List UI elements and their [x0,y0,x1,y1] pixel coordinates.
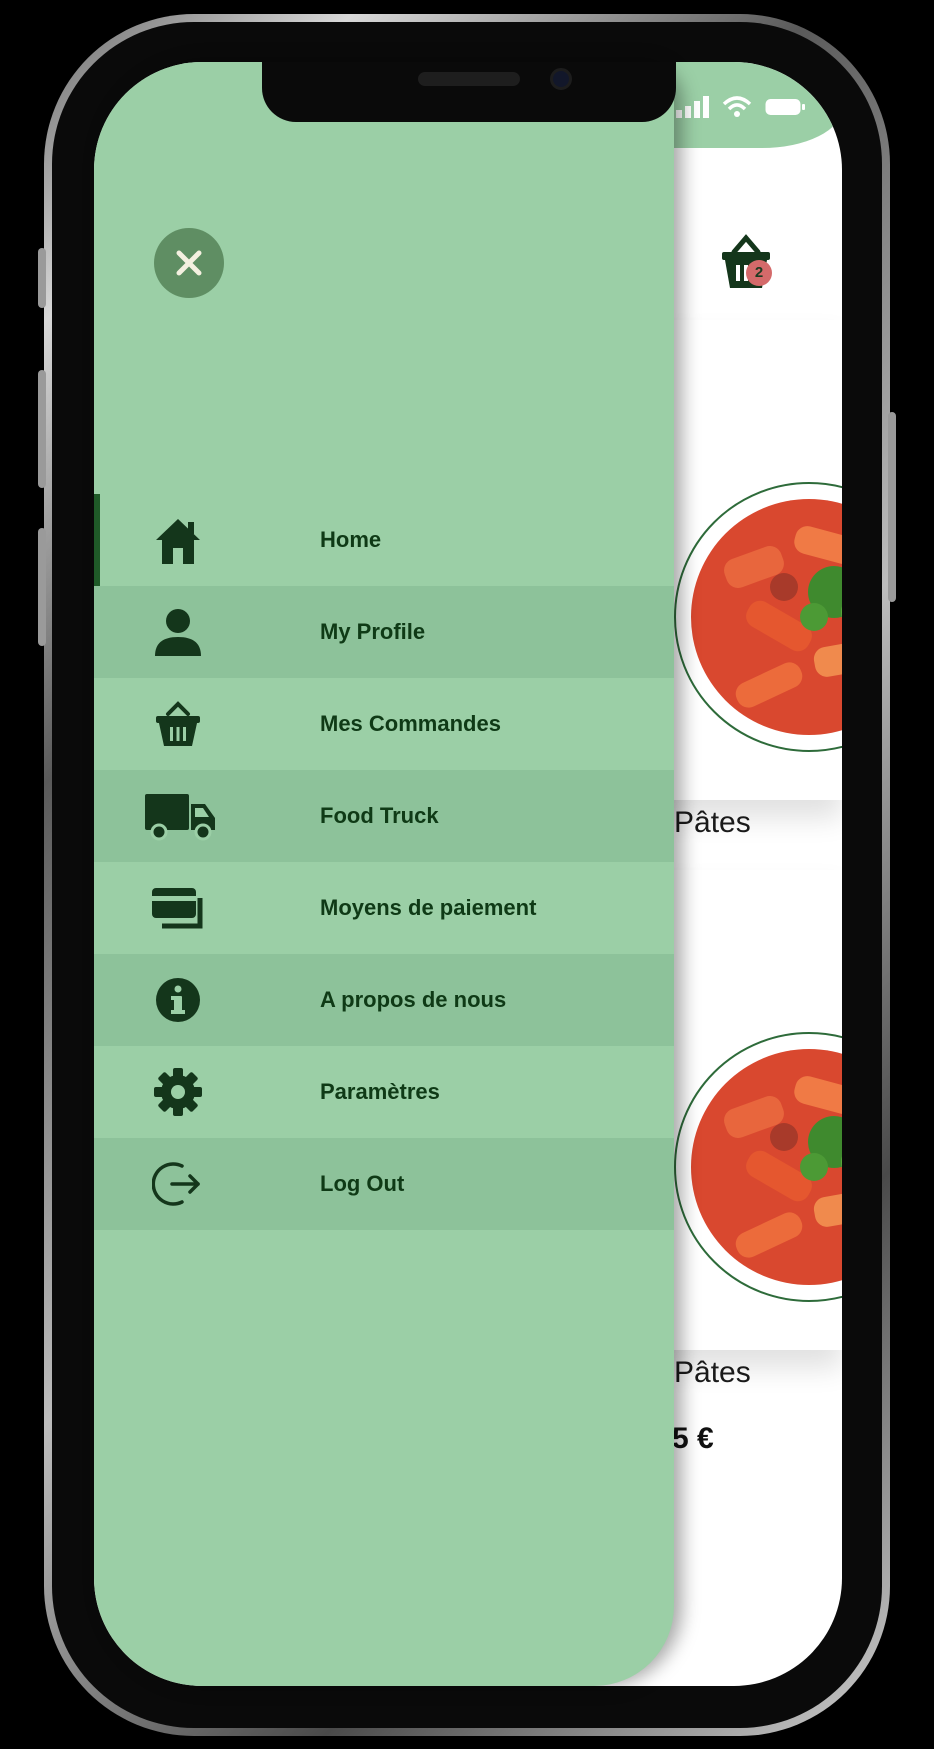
credit-cards-icon [152,888,203,929]
info-icon [156,978,200,1022]
gear-icon [154,1068,202,1116]
menu-item-label: Paramètres [320,1079,440,1104]
menu-item-label: Moyens de paiement [320,895,537,920]
menu-item-label: Home [320,527,382,552]
menu-item-log-out[interactable]: Log Out [94,1138,674,1230]
menu-item-mes-commandes[interactable]: Mes Commandes [94,678,674,770]
phone-speaker [418,72,520,86]
product-image [674,482,842,752]
pasta-plate-icon [691,1049,842,1285]
menu-item-my-profile[interactable]: My Profile [94,586,674,678]
basket-icon [722,234,770,288]
user-icon [155,609,201,656]
menu-item-home[interactable]: Home [94,494,674,586]
cart-button[interactable]: 2 [714,228,784,308]
logout-icon [152,1162,200,1206]
wifi-icon [722,96,752,117]
status-icons [676,96,806,118]
close-drawer-button[interactable] [154,228,224,298]
menu-item-label: My Profile [320,619,426,644]
basket-icon [156,701,200,746]
pasta-plate-icon [691,499,842,735]
mute-switch [38,248,46,308]
volume-down-button [38,528,46,646]
close-icon [176,250,202,276]
product-price: 5 € [672,1422,714,1455]
home-icon [156,519,200,564]
menu-item-label: A propos de nous [320,987,507,1012]
side-drawer: Home My Profile Mes Commandes Food Truck… [94,62,674,1686]
menu-item-label: Mes Commandes [320,711,501,736]
product-name: Pâtes [674,806,751,839]
cart-count-badge: 2 [746,260,772,286]
truck-icon [145,794,215,841]
menu-item-parametres[interactable]: Paramètres [94,1046,674,1138]
product-name: Pâtes [674,1356,751,1389]
battery-icon [765,99,805,115]
drawer-menu: Home My Profile Mes Commandes Food Truck… [94,494,674,1230]
menu-item-moyens-de-paiement[interactable]: Moyens de paiement [94,862,674,954]
product-image [674,1032,842,1302]
volume-up-button [38,370,46,488]
menu-item-label: Food Truck [320,803,439,828]
menu-item-a-propos[interactable]: A propos de nous [94,954,674,1046]
menu-item-food-truck[interactable]: Food Truck [94,770,674,862]
phone-camera [550,68,572,90]
power-button [888,412,896,602]
signal-icon [676,96,709,118]
menu-item-label: Log Out [320,1171,405,1196]
phone-notch [262,62,676,122]
